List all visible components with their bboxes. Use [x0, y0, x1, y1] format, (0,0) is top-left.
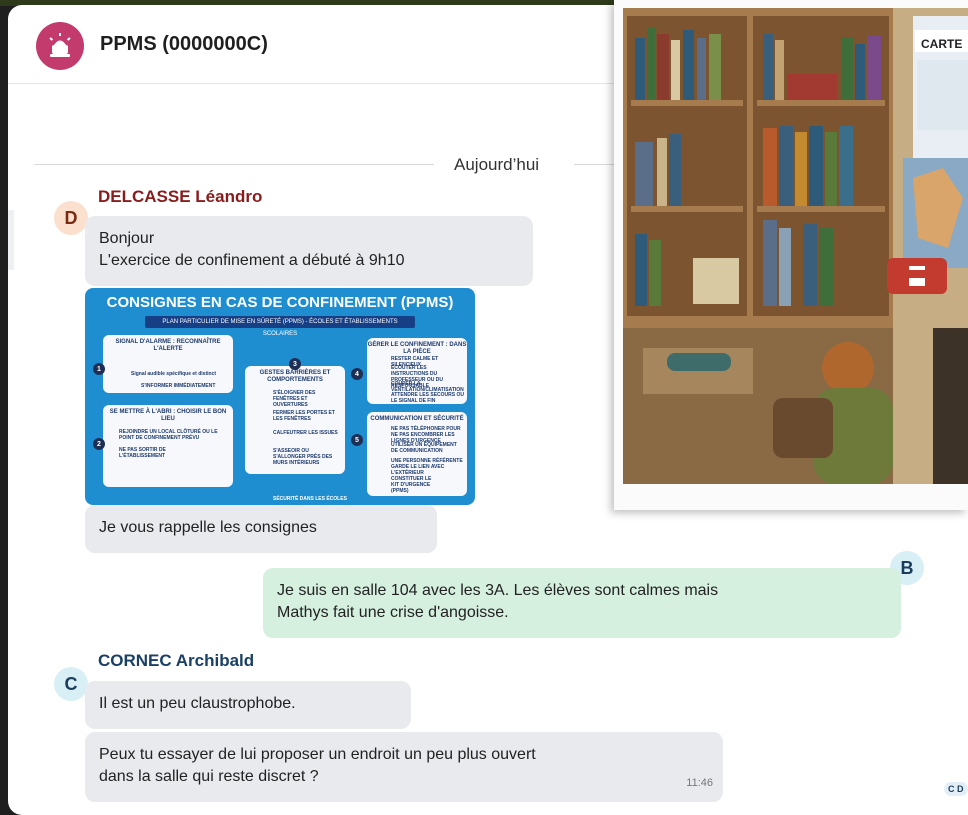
poster-section-title: GÉRER LE CONFINEMENT : DANS LA PIÈCE — [367, 342, 467, 355]
poster-number: 3 — [289, 358, 301, 370]
poster-item: NE PAS SORTIR DE L'ÉTABLISSEMENT — [119, 447, 166, 459]
poster-section-title: COMMUNICATION ET SÉCURITÉ — [370, 416, 464, 422]
message-text: Je suis en salle 104 avec les 3A. Les él… — [277, 582, 719, 599]
sender-name: DELCASSE Léandro — [98, 187, 263, 206]
poster-item: Signal audible spécifique et distinct — [131, 371, 217, 377]
poster-item: S'ÉLOIGNER DES FENÊTRES ET OUVERTURES — [273, 390, 316, 408]
siren-icon[interactable] — [36, 22, 84, 70]
poster-number: 5 — [351, 434, 363, 446]
message-bubble[interactable]: Bonjour L'exercice de confinement a débu… — [85, 216, 533, 286]
message-text: Mathys fait une crise d'angoisse. — [277, 604, 509, 621]
poster-item: UTILISER UN ÉQUIPEMENT DE COMMUNICATION — [391, 442, 457, 454]
day-divider-right — [574, 164, 614, 165]
poster-title: CONSIGNES EN CAS DE CONFINEMENT (PPMS) — [106, 294, 454, 311]
poster-item: CALFEUTRER LES ISSUES — [273, 430, 338, 436]
message-text: Peux tu essayer de lui proposer un endro… — [99, 746, 536, 763]
avatar[interactable]: D — [54, 201, 88, 235]
message-bubble[interactable]: Il est un peu claustrophobe. — [85, 681, 411, 729]
chat-title: PPMS (0000000C) — [100, 33, 268, 55]
poster-section-title: SIGNAL D'ALARME : RECONNAÎTRE L'ALERTE — [115, 339, 221, 352]
own-message-bubble[interactable]: Je suis en salle 104 avec les 3A. Les él… — [263, 568, 901, 638]
message-text: Je vous rappelle les consignes — [99, 519, 317, 536]
poster-item: UNE PERSONNE RÉFÉRENTE GARDE LE LIEN AVE… — [391, 458, 463, 476]
poster-section-2: SE METTRE À L'ABRI : CHOISIR LE BON LIEU… — [103, 405, 233, 487]
poster-section-title: SE METTRE À L'ABRI : CHOISIR LE BON LIEU — [109, 409, 227, 422]
poster-item: ATTENDRE LES SECOURS OU LE SIGNAL DE FIN — [391, 392, 464, 404]
poster-section-3: GESTES BARRIÈRES ET COMPORTEMENTS S'ÉLOI… — [245, 366, 345, 474]
poster-number: 4 — [351, 368, 363, 380]
message-text: Il est un peu claustrophobe. — [99, 695, 296, 712]
side-panel-edge — [8, 210, 14, 270]
poster-section-1: SIGNAL D'ALARME : RECONNAÎTRE L'ALERTE S… — [103, 335, 233, 393]
corner-badge[interactable]: C D — [944, 782, 968, 796]
classroom-photo[interactable]: CARTE — [614, 0, 968, 510]
day-separator: Aujourd’hui — [454, 155, 540, 174]
poster-item: REJOINDRE UN LOCAL CLÔTURÉ OU LE POINT D… — [119, 429, 218, 441]
avatar[interactable]: C — [54, 667, 88, 701]
poster-section-5: COMMUNICATION ET SÉCURITÉ NE PAS TÉLÉPHO… — [367, 412, 467, 496]
message-bubble[interactable]: Peux tu essayer de lui proposer un endro… — [85, 732, 723, 802]
poster-item: CONSTITUER LE KIT D'URGENCE (PPMS) — [391, 476, 432, 494]
poster-number: 2 — [93, 438, 105, 450]
poster-number: 1 — [93, 363, 105, 375]
poster-item: FERMER LES PORTES ET LES FENÊTRES — [273, 410, 335, 422]
message-timestamp: 11:46 — [686, 777, 713, 789]
poster-item: S'INFORMER IMMÉDIATEMENT — [141, 383, 216, 389]
map-label: CARTE — [921, 37, 962, 51]
poster-section-4: GÉRER LE CONFINEMENT : DANS LA PIÈCE RES… — [367, 338, 467, 404]
poster-item: S'ASSEOIR OU S'ALLONGER PRÈS DES MURS IN… — [273, 448, 333, 466]
message-text: Bonjour — [99, 230, 155, 247]
poster-subtitle: PLAN PARTICULIER DE MISE EN SÛRETÉ (PPMS… — [145, 316, 415, 337]
message-text: L'exercice de confinement a débuté à 9h1… — [99, 252, 405, 269]
sender-name: CORNEC Archibald — [98, 651, 255, 670]
day-divider-left — [34, 164, 434, 165]
poster-footer: SÉCURITÉ DANS LES ÉCOLES — [273, 496, 347, 502]
poster-image[interactable]: CONSIGNES EN CAS DE CONFINEMENT (PPMS) P… — [85, 288, 475, 505]
classroom-photo-image: CARTE — [623, 8, 968, 484]
message-bubble[interactable]: Je vous rappelle les consignes — [85, 505, 437, 553]
message-text: dans la salle qui reste discret ? — [99, 768, 319, 785]
